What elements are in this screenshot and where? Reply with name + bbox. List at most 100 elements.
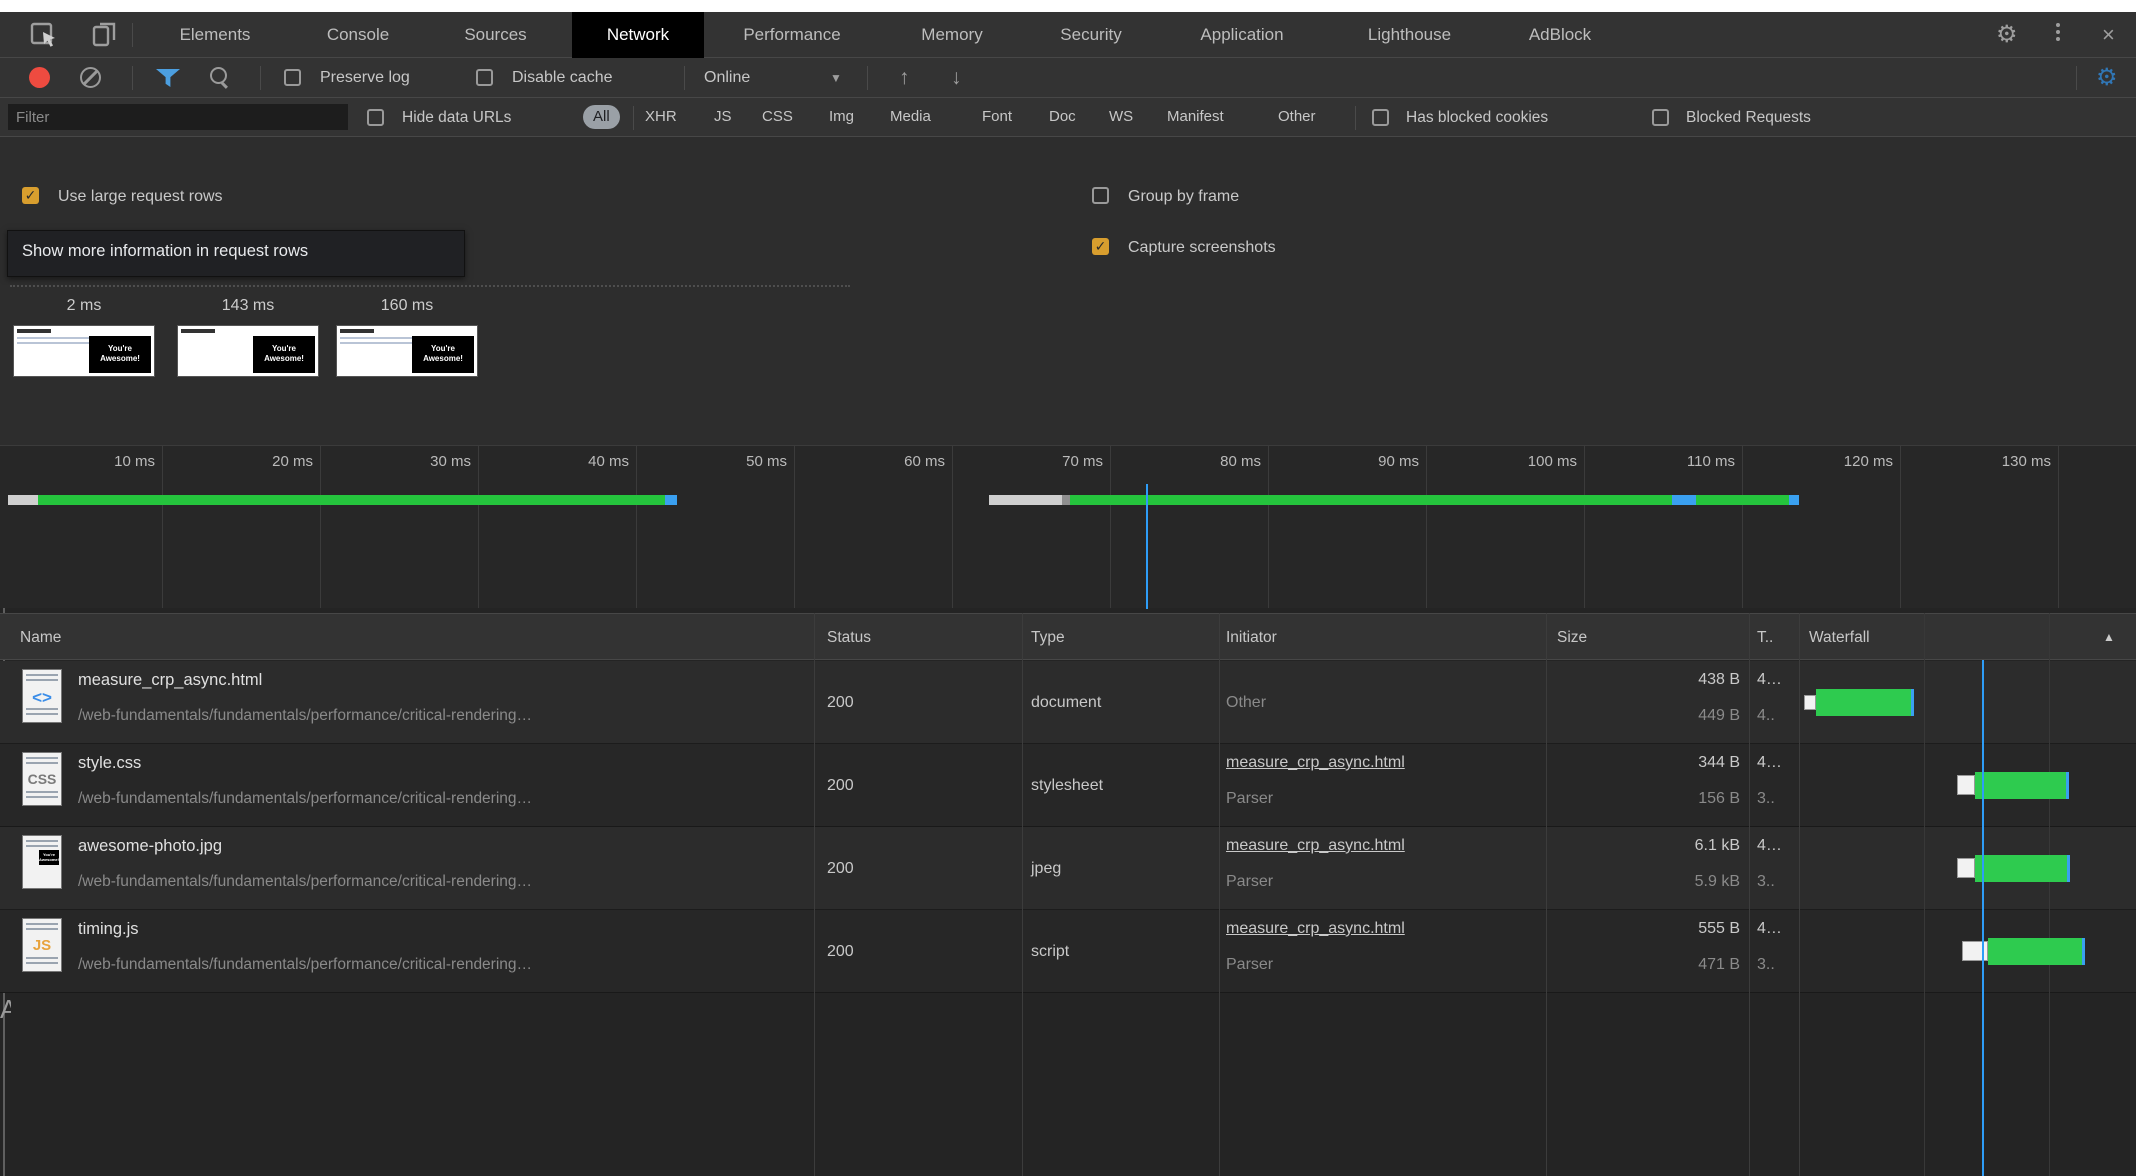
tooltip-text: Show more information in request rows: [22, 242, 464, 261]
waterfall-download-segment[interactable]: [1988, 938, 2082, 965]
request-initiator-link[interactable]: measure_crp_async.html: [1226, 837, 1405, 855]
column-header-waterfall[interactable]: Waterfall: [1809, 614, 1870, 661]
filter-type-font[interactable]: Font: [972, 105, 1022, 129]
column-header-status[interactable]: Status: [827, 614, 871, 661]
filter-type-manifest[interactable]: Manifest: [1157, 105, 1234, 129]
filter-funnel-icon[interactable]: [156, 69, 180, 87]
filmstrip-frame-3[interactable]: You're Awesome!: [336, 325, 478, 377]
throttling-caret-icon[interactable]: ▼: [830, 58, 842, 98]
column-divider[interactable]: [1799, 613, 1800, 1176]
column-divider[interactable]: [1749, 613, 1750, 1176]
request-path: /web-fundamentals/fundamentals/performan…: [78, 790, 532, 808]
filter-type-other[interactable]: Other: [1268, 105, 1326, 129]
waterfall-download-segment[interactable]: [1816, 689, 1911, 716]
request-row-style-css[interactable]: CSS style.css /web-fundamentals/fundamen…: [0, 744, 2136, 827]
divider: [633, 106, 634, 130]
tab-adblock[interactable]: AdBlock: [1511, 12, 1609, 58]
sort-direction-icon[interactable]: ▲: [2103, 614, 2115, 661]
request-initiator-link[interactable]: measure_crp_async.html: [1226, 754, 1405, 772]
browser-page-strip: [0, 0, 2136, 12]
waterfall-download-segment[interactable]: [1975, 855, 2067, 882]
waterfall-waiting-segment[interactable]: [1957, 858, 1975, 878]
filter-type-ws[interactable]: WS: [1099, 105, 1143, 129]
clear-network-log-icon[interactable]: [80, 67, 101, 88]
waterfall-waiting-segment[interactable]: [1804, 695, 1816, 710]
waterfall-waiting-segment[interactable]: [1957, 775, 1975, 795]
tab-application[interactable]: Application: [1182, 12, 1302, 58]
waterfall-waiting-segment[interactable]: [1962, 941, 1988, 961]
filter-type-doc[interactable]: Doc: [1039, 105, 1086, 129]
timeline-tick: 30 ms: [389, 453, 471, 470]
tab-performance[interactable]: Performance: [726, 12, 858, 58]
tab-network[interactable]: Network: [572, 12, 704, 58]
kebab-menu-icon[interactable]: [2056, 20, 2060, 44]
search-icon[interactable]: [210, 67, 227, 84]
request-row-measure-crp-async[interactable]: <> measure_crp_async.html /web-fundament…: [0, 661, 2136, 744]
network-settings-gear-icon[interactable]: ⚙: [2096, 58, 2118, 98]
column-header-size[interactable]: Size: [1557, 614, 1587, 661]
filter-type-css[interactable]: CSS: [752, 105, 803, 129]
close-devtools-icon[interactable]: ×: [2102, 12, 2115, 58]
divider: [132, 66, 133, 90]
throttling-select[interactable]: Online: [704, 58, 750, 98]
waterfall-download-segment[interactable]: [1975, 772, 2066, 799]
network-overview-timeline[interactable]: 10 ms 20 ms 30 ms 40 ms 50 ms 60 ms 70 m…: [0, 445, 2136, 608]
column-header-initiator[interactable]: Initiator: [1226, 614, 1277, 661]
tab-security[interactable]: Security: [1045, 12, 1137, 58]
filmstrip-time-label: 160 ms: [336, 297, 478, 315]
has-blocked-cookies-checkbox[interactable]: [1372, 109, 1389, 126]
overview-bar2-content: [1070, 495, 1672, 505]
column-divider[interactable]: [1546, 613, 1547, 1176]
import-har-icon[interactable]: ↑: [899, 58, 910, 98]
group-by-frame-checkbox[interactable]: [1092, 187, 1109, 204]
filter-type-js[interactable]: JS: [704, 105, 742, 129]
tab-console[interactable]: Console: [308, 12, 408, 58]
tab-sources[interactable]: Sources: [451, 12, 540, 58]
requests-table-header: Name Status Type Initiator Size T.. Wate…: [0, 613, 2136, 660]
filmstrip-frame-1[interactable]: You're Awesome!: [13, 325, 155, 377]
column-header-name[interactable]: Name: [20, 614, 61, 661]
filter-type-all[interactable]: All: [583, 105, 620, 129]
document-file-icon: <>: [22, 669, 62, 723]
request-name[interactable]: measure_crp_async.html: [78, 671, 262, 690]
preserve-log-label: Preserve log: [320, 58, 410, 98]
settings-gear-icon[interactable]: ⚙: [1996, 12, 2018, 58]
request-name[interactable]: awesome-photo.jpg: [78, 837, 222, 856]
request-row-awesome-photo[interactable]: You're Awesome! awesome-photo.jpg /web-f…: [0, 827, 2136, 910]
filter-type-img[interactable]: Img: [819, 105, 864, 129]
request-size-content: 156 B: [1556, 790, 1740, 808]
column-divider[interactable]: [1022, 613, 1023, 1176]
export-har-icon[interactable]: ↓: [951, 58, 962, 98]
disable-cache-checkbox[interactable]: [476, 69, 493, 86]
device-toolbar-icon[interactable]: [92, 21, 118, 48]
tab-elements[interactable]: Elements: [165, 12, 265, 58]
blocked-requests-checkbox[interactable]: [1652, 109, 1669, 126]
waterfall-end-marker: [2066, 772, 2069, 799]
filter-type-xhr[interactable]: XHR: [635, 105, 687, 129]
waterfall-end-marker: [2067, 855, 2070, 882]
filter-input[interactable]: [8, 104, 348, 130]
request-row-timing-js[interactable]: JS timing.js /web-fundamentals/fundament…: [0, 910, 2136, 993]
preserve-log-checkbox[interactable]: [284, 69, 301, 86]
request-initiator-link[interactable]: measure_crp_async.html: [1226, 920, 1405, 938]
request-path: /web-fundamentals/fundamentals/performan…: [78, 956, 532, 974]
tab-memory[interactable]: Memory: [902, 12, 1002, 58]
inspect-element-icon[interactable]: [30, 22, 58, 48]
capture-screenshots-checkbox[interactable]: ✓: [1092, 238, 1109, 255]
request-name[interactable]: style.css: [78, 754, 141, 773]
use-large-request-rows-checkbox[interactable]: ✓: [22, 187, 39, 204]
request-type: stylesheet: [1031, 744, 1103, 827]
column-header-type[interactable]: Type: [1031, 614, 1065, 661]
column-divider[interactable]: [814, 613, 815, 1176]
column-divider[interactable]: [1219, 613, 1220, 1176]
disable-cache-label: Disable cache: [512, 58, 613, 98]
tab-lighthouse[interactable]: Lighthouse: [1347, 12, 1472, 58]
request-name[interactable]: timing.js: [78, 920, 139, 939]
record-network-log-button[interactable]: [29, 67, 50, 88]
filter-type-media[interactable]: Media: [880, 105, 941, 129]
hide-data-urls-checkbox[interactable]: [367, 109, 384, 126]
group-by-frame-label: Group by frame: [1128, 186, 1239, 208]
column-header-time[interactable]: T..: [1757, 614, 1773, 661]
waterfall-end-marker: [1911, 689, 1914, 716]
filmstrip-frame-2[interactable]: You're Awesome!: [177, 325, 319, 377]
